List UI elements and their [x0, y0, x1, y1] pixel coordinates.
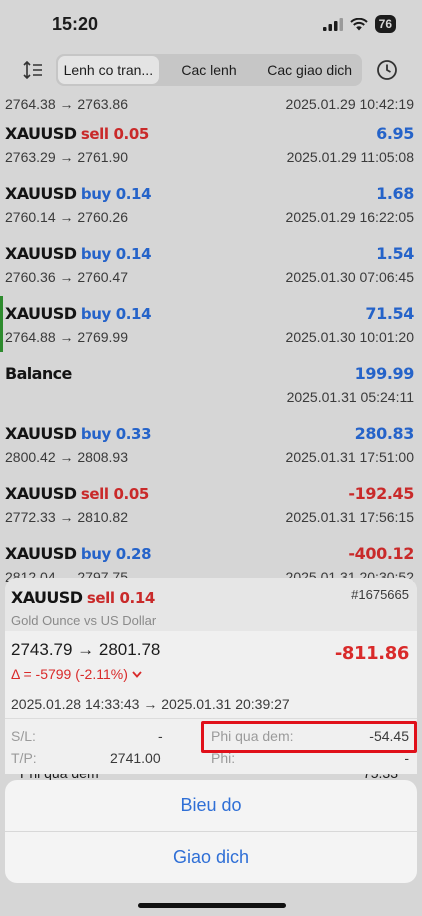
item-type: sell 0.05 [80, 125, 149, 143]
tp-value: 2741.00 [110, 750, 161, 766]
signal-icon [322, 17, 343, 31]
item-time: 2025.01.29 11:05:08 [286, 149, 414, 165]
item-prices: 2760.14 → 2760.26 [5, 209, 128, 225]
item-prices: 2763.29 → 2761.90 [5, 149, 128, 165]
detail-delta[interactable]: Δ = -5799 (-2.11%) [11, 666, 142, 682]
wifi-icon [349, 17, 368, 30]
home-indicator [138, 903, 286, 908]
list-item-partial[interactable]: 2764.38 → 2763.86 2025.01.29 10:42:19 [0, 92, 422, 116]
detail-header: XAUUSD sell 0.14 Gold Ounce vs US Dollar… [5, 578, 417, 631]
status-bar: 15:20 76 [0, 0, 422, 48]
detail-type: sell 0.14 [86, 589, 155, 607]
item-prices: 2800.42 → 2808.93 [5, 449, 128, 465]
trade-button[interactable]: Giao dich [5, 832, 417, 883]
item-profit: 1.54 [376, 244, 414, 263]
item-symbol: XAUUSD [5, 304, 77, 323]
swap-highlight-box [201, 721, 417, 753]
status-time: 15:20 [52, 13, 99, 34]
item-profit: 1.68 [376, 184, 414, 203]
sl-label: S/L: [11, 728, 36, 744]
history-button[interactable] [376, 59, 398, 81]
item-time: 2025.01.30 07:06:45 [285, 269, 414, 285]
item-profit: 280.83 [354, 424, 415, 443]
item-time: 2025.01.31 17:56:15 [285, 509, 414, 525]
list-item-balance[interactable]: Balance 199.99 2025.01.31 05:24:11 [0, 356, 422, 416]
item-time: 2025.01.29 10:42:19 [285, 96, 414, 112]
item-symbol: XAUUSD [5, 544, 77, 563]
chart-button[interactable]: Bieu do [5, 780, 417, 831]
sort-button[interactable] [16, 61, 50, 79]
item-prices: 2772.33 → 2810.82 [5, 509, 128, 525]
action-sheet: Bieu do Giao dich [5, 780, 417, 883]
item-time: 2025.01.29 16:22:05 [285, 209, 414, 225]
tab-deals[interactable]: Cac giao dich [259, 56, 360, 84]
detail-times: 2025.01.28 14:33:43 → 2025.01.31 20:39:2… [11, 696, 290, 712]
delta-text: Δ = -5799 (-2.11%) [11, 666, 128, 682]
item-profit: 199.99 [354, 364, 415, 383]
item-type: buy 0.14 [80, 185, 152, 203]
item-symbol: XAUUSD [5, 424, 77, 443]
clock-icon [377, 60, 397, 80]
status-icons: 76 [322, 15, 396, 33]
item-profit: 71.54 [365, 304, 414, 323]
detail-symbol: XAUUSD [11, 588, 83, 607]
item-symbol: XAUUSD [5, 184, 77, 203]
item-prices: 2764.38 → 2763.86 [5, 96, 128, 112]
segmented-control: Lenh co tran... Cac lenh Cac giao dich [56, 54, 362, 86]
chevron-down-icon [132, 670, 142, 678]
item-prices: 2764.88 → 2769.99 [5, 329, 128, 345]
item-profit: -400.12 [348, 544, 414, 563]
item-type: buy 0.14 [80, 305, 152, 323]
item-type: buy 0.33 [80, 425, 152, 443]
item-profit: 6.95 [376, 124, 414, 143]
item-symbol: XAUUSD [5, 124, 77, 143]
battery-indicator: 76 [374, 15, 396, 33]
item-symbol: XAUUSD [5, 484, 77, 503]
detail-prices: 2743.79 → 2801.78 [11, 640, 161, 659]
list-item[interactable]: XAUUSD sell 0.05 -192.45 2772.33 → 2810.… [0, 476, 422, 536]
sort-icon [23, 61, 42, 79]
tp-label: T/P: [11, 750, 37, 766]
tab-orders[interactable]: Cac lenh [159, 56, 260, 84]
item-time: 2025.01.31 17:51:00 [285, 449, 414, 465]
list-item[interactable]: XAUUSD buy 0.14 1.68 2760.14 → 2760.26 2… [0, 176, 422, 236]
detail-description: Gold Ounce vs US Dollar [11, 613, 157, 628]
history-list: 2764.38 → 2763.86 2025.01.29 10:42:19 XA… [0, 92, 422, 596]
item-symbol: XAUUSD [5, 244, 77, 263]
detail-ticket: #1675665 [351, 587, 409, 602]
list-item[interactable]: XAUUSD sell 0.05 6.95 2763.29 → 2761.90 … [0, 116, 422, 176]
detail-profit: -811.86 [334, 643, 410, 664]
list-item-selected[interactable]: XAUUSD buy 0.14 71.54 2764.88 → 2769.99 … [0, 296, 422, 356]
item-type: sell 0.05 [80, 485, 149, 503]
selected-indicator [0, 296, 3, 352]
item-prices: 2760.36 → 2760.47 [5, 269, 128, 285]
list-item[interactable]: XAUUSD buy 0.33 280.83 2800.42 → 2808.93… [0, 416, 422, 476]
toolbar: Lenh co tran... Cac lenh Cac giao dich [0, 52, 422, 88]
tab-open-orders[interactable]: Lenh co tran... [58, 56, 159, 84]
item-time: 2025.01.30 10:01:20 [285, 329, 414, 345]
list-item[interactable]: XAUUSD buy 0.14 1.54 2760.36 → 2760.47 2… [0, 236, 422, 296]
item-time: 2025.01.31 05:24:11 [286, 389, 414, 405]
item-type: buy 0.14 [80, 245, 152, 263]
item-profit: -192.45 [348, 484, 414, 503]
item-type: buy 0.28 [80, 545, 152, 563]
item-symbol: Balance [5, 364, 72, 383]
sl-value: - [158, 728, 163, 744]
divider [5, 718, 417, 719]
